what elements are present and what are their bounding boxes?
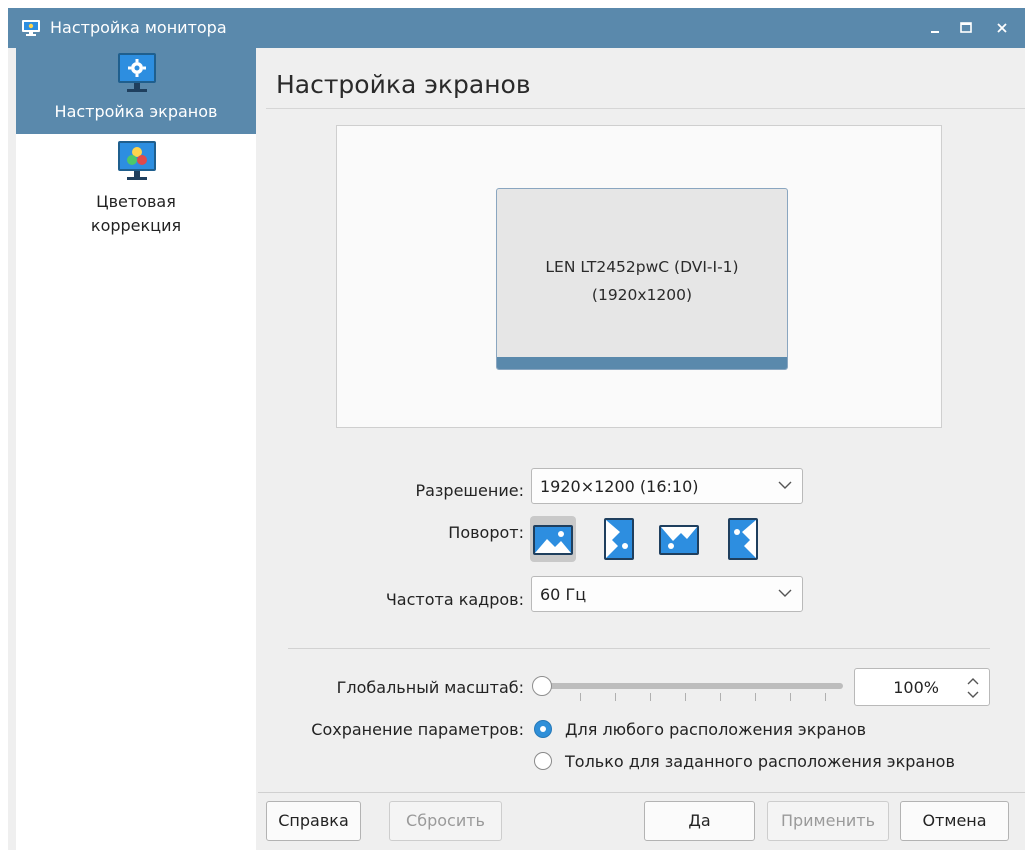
slider-tick [790, 693, 791, 701]
spin-arrows-icon[interactable] [965, 675, 981, 701]
help-button[interactable]: Справка [266, 801, 361, 841]
rotate-normal-button[interactable] [530, 516, 576, 562]
rotate-right-button[interactable] [720, 516, 766, 562]
radio-specific-layout[interactable] [534, 752, 552, 770]
global-scale-label: Глобальный масштаб: [336, 678, 524, 697]
monitor-name: LEN LT2452pwC (DVI-I-1) [545, 258, 739, 276]
resolution-select[interactable]: 1920×1200 (16:10) [531, 468, 803, 504]
rotate-left-icon [604, 518, 634, 560]
sidebar: Настройка экранов Цветовая коррекция [16, 48, 256, 850]
refresh-rate-select[interactable]: 60 Гц [531, 576, 803, 612]
minimize-icon[interactable] [923, 16, 947, 40]
rotate-inverted-button[interactable] [656, 516, 702, 562]
chevron-down-icon [778, 481, 792, 489]
ok-button[interactable]: Да [644, 801, 755, 841]
rotate-inverted-icon [659, 525, 699, 555]
slider-tick [720, 693, 721, 701]
title-bar[interactable]: Настройка монитора [8, 8, 1025, 48]
section-divider [288, 648, 990, 649]
footer-divider [258, 792, 1025, 793]
sidebar-item-label: Цветовая коррекция [16, 190, 256, 238]
slider-tick [755, 693, 756, 701]
refresh-rate-label: Частота кадров: [385, 590, 524, 609]
settings-window: Настройка монитора Настройка экранов Цве… [8, 8, 1025, 850]
scale-spinbox[interactable]: 100% [854, 668, 990, 706]
sidebar-item-label-line2: коррекция [90, 216, 182, 235]
rotate-left-button[interactable] [596, 516, 642, 562]
monitor-tile[interactable]: LEN LT2452pwC (DVI-I-1) (1920x1200) [496, 188, 788, 370]
cancel-button[interactable]: Отмена [900, 801, 1009, 841]
reset-button[interactable]: Сбросить [389, 801, 502, 841]
monitor-settings-icon [118, 53, 156, 92]
page-title: Настройка экранов [276, 70, 531, 99]
monitor-resolution: (1920x1200) [591, 286, 693, 304]
radio-any-layout-label[interactable]: Для любого расположения экранов [565, 720, 866, 739]
sidebar-item-label: Настройка экранов [54, 102, 218, 121]
resolution-label: Разрешение: [415, 481, 524, 500]
save-params-label: Сохранение параметров: [311, 720, 524, 739]
chevron-down-icon [778, 589, 792, 597]
app-monitor-icon [22, 20, 40, 36]
sidebar-item-label-line1: Цветовая [96, 192, 176, 211]
title-divider [266, 108, 1025, 109]
slider-tick [650, 693, 651, 701]
slider-tick [580, 693, 581, 701]
radio-specific-layout-label[interactable]: Только для заданного расположения экрано… [565, 752, 955, 771]
color-correction-icon [118, 141, 156, 180]
maximize-icon[interactable] [954, 16, 978, 40]
slider-tick [615, 693, 616, 701]
slider-tick [685, 693, 686, 701]
scale-slider-handle[interactable] [532, 676, 552, 696]
monitor-label: LEN LT2452pwC (DVI-I-1) (1920x1200) [497, 253, 787, 309]
sidebar-item-screens[interactable]: Настройка экранов [16, 48, 256, 134]
slider-tick [825, 693, 826, 701]
rotate-right-icon [728, 518, 758, 560]
radio-any-layout[interactable] [534, 720, 552, 738]
monitor-bottom-bar [497, 357, 787, 369]
refresh-rate-value: 60 Гц [540, 585, 587, 604]
scale-value: 100% [893, 678, 939, 697]
rotation-label: Поворот: [448, 523, 524, 542]
apply-button[interactable]: Применить [767, 801, 889, 841]
rotate-normal-icon [533, 525, 573, 555]
resolution-value: 1920×1200 (16:10) [540, 477, 699, 496]
scale-slider-track[interactable] [533, 683, 843, 689]
window-title: Настройка монитора [50, 18, 227, 37]
sidebar-item-color-correction[interactable]: Цветовая коррекция [16, 140, 256, 240]
close-icon[interactable] [990, 16, 1014, 40]
screen-layout-preview: LEN LT2452pwC (DVI-I-1) (1920x1200) [336, 125, 942, 428]
